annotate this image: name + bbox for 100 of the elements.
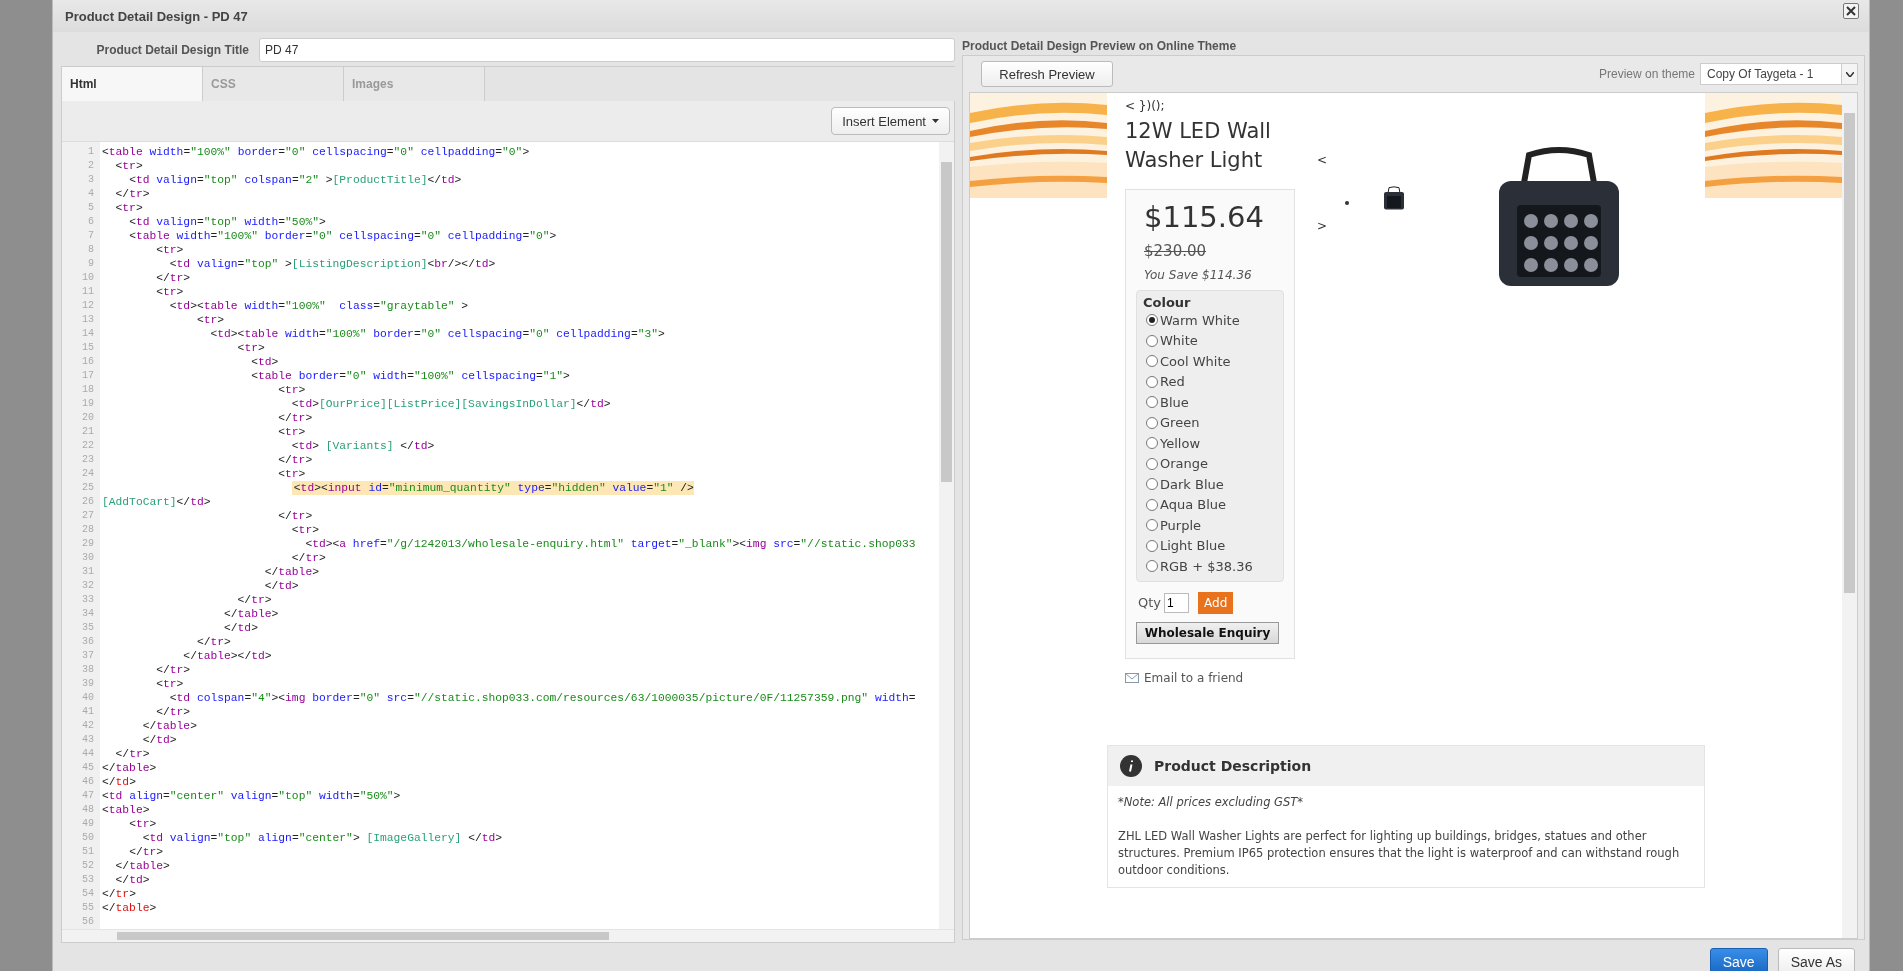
insert-element-button[interactable]: Insert Element [831,107,950,135]
option-label: Blue [1160,394,1189,410]
line-number: 27 [81,509,95,523]
radio-button[interactable] [1146,478,1158,491]
line-number: 46 [81,775,95,789]
radio-button[interactable] [1146,334,1158,347]
savings-text: You Save $114.36 [1144,268,1253,282]
code-line: [AddToCart]</td> [101,495,211,509]
line-number: 35 [81,621,95,635]
line-number: 22 [81,439,95,453]
option-label: Yellow [1160,435,1201,451]
code-line: </td> [101,775,136,789]
radio-button[interactable] [1146,457,1158,470]
line-number: 14 [81,327,95,341]
line-number: 16 [81,355,95,369]
radio-button[interactable] [1146,396,1158,409]
tab[interactable]: Html [62,67,203,101]
save-as-button[interactable]: Save As [1777,948,1855,971]
code-line: <table border="0" width="100%" cellspacing="1"> [250,369,570,383]
info-icon [1120,754,1142,777]
radio-button[interactable] [1146,437,1158,450]
line-number: 21 [81,425,95,439]
code-line: <td valign="top" >[ListingDescription]<br/></td> [168,257,496,271]
description-text: ZHL LED Wall Washer Lights are perfect for lighting up buildings, bridges, statues and other structures. Premium IP65 protection ensures that the light is waterproof and can withstand rough outdoor conditions. [1118,827,1681,879]
code-line: </td> [223,621,258,635]
code-line: <td valign="top" width="50%"> [128,215,326,229]
scrollbar[interactable] [1842,93,1857,938]
option-label: Purple [1160,517,1202,533]
radio-button[interactable] [1146,539,1158,552]
code-line: <table width="100%" border="0" cellspacing="0" cellpadding="0"> [128,229,557,243]
scrollbar[interactable] [62,929,954,942]
wholesale-enquiry-button[interactable]: Wholesale Enquiry [1136,621,1279,644]
line-number: 7 [87,229,95,243]
code-line: <tr> [155,243,184,257]
line-number: 15 [81,341,95,355]
code-line: </table> [101,901,157,915]
code-line: </table> [223,607,279,621]
code-line: </tr> [114,187,150,201]
option-label: RGB + $38.36 [1160,558,1253,574]
radio-button[interactable] [1146,375,1158,388]
line-number: 13 [81,313,95,327]
code-line: </tr> [290,551,326,565]
line-number: 42 [81,719,95,733]
envelope-icon [1125,672,1139,683]
refresh-preview-button[interactable]: Refresh Preview [981,61,1113,87]
line-number: 41 [81,705,95,719]
description-title: Product Description [1154,757,1312,774]
code-line: </tr> [277,411,313,425]
radio-button[interactable] [1146,416,1158,429]
line-number: 17 [81,369,95,383]
option-label: Orange [1160,456,1209,472]
code-line: <table> [101,803,150,817]
code-line: <tr> [277,467,306,481]
line-number: 31 [81,565,95,579]
code-line: </td> [141,733,177,747]
radio-button[interactable] [1146,355,1158,368]
code-line: </table></td> [182,649,272,663]
next-arrow[interactable]: > [1317,219,1328,233]
radio-button[interactable] [1146,519,1158,532]
line-number: 29 [81,537,95,551]
code-line: <td><a href="/g/1242013/wholesale-enquiry.html" target="_blank"><img src="//static.shop033 [304,537,916,551]
line-number: 47 [81,789,95,803]
qty-label: Qty [1138,595,1162,610]
option-label: Dark Blue [1160,476,1224,492]
theme-select[interactable]: Copy Of Taygeta - 1 [1700,63,1858,85]
close-button[interactable] [1843,3,1859,19]
line-number: 36 [81,635,95,649]
email-link[interactable]: Email to a friend [1144,670,1244,685]
code-line: <tr> [236,341,265,355]
code-line: <table width="100%" border="0" cellspacing="0" cellpadding="0"> [101,145,530,159]
code-line: <tr> [114,201,143,215]
line-number: 23 [81,453,95,467]
line-number: 53 [81,873,95,887]
code-line: <tr> [195,313,225,327]
panel-heading: Product Detail Design Preview on Online Theme [962,37,1238,55]
option-label: Warm White [1160,312,1240,328]
radio-button[interactable] [1146,498,1158,511]
product-title: 12W LED Wall Washer Light [1125,118,1272,174]
price: $115.64 [1144,200,1265,234]
line-number: 20 [81,411,95,425]
radio-button[interactable] [1146,314,1158,327]
line-number: 38 [81,663,95,677]
line-number: 39 [81,677,95,691]
caret-icon [932,119,939,123]
previous-arrow[interactable]: < [1317,153,1328,167]
title-field[interactable]: PD 47 [259,38,955,62]
option-label: Red [1160,374,1185,390]
code-line: <tr> [290,523,319,537]
scrollbar[interactable] [939,142,954,929]
theme-label: Preview on theme [1598,67,1695,81]
code-line: </table> [263,565,319,579]
save-button[interactable]: Save [1709,948,1768,971]
qty-field[interactable]: 1 [1164,592,1190,613]
option-label: Aqua Blue [1160,497,1227,513]
code-line: <tr> [155,677,184,691]
line-number: 3 [87,173,95,187]
line-number: 37 [81,649,95,663]
radio-button[interactable] [1146,560,1158,573]
line-number: 51 [81,845,95,859]
field-label: Product Detail Design Title [95,43,249,57]
